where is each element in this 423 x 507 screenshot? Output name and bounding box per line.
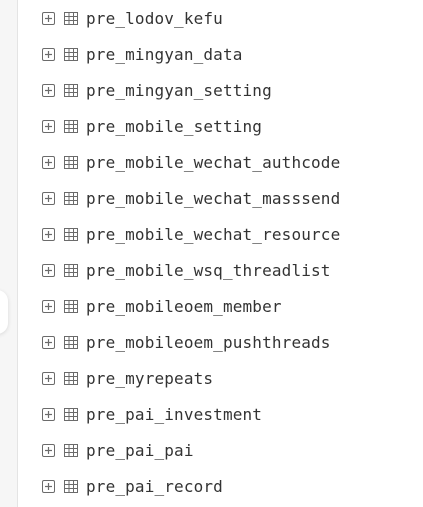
expand-plus-icon[interactable]	[42, 371, 55, 385]
tree-item-label: pre_mobile_wechat_resource	[86, 224, 341, 244]
tree-item-label: pre_mobile_wsq_threadlist	[86, 260, 331, 280]
table-icon	[64, 191, 78, 205]
table-icon	[64, 155, 78, 169]
expand-plus-icon[interactable]	[42, 335, 55, 349]
table-icon	[64, 119, 78, 133]
tree-item-label: pre_mobile_wechat_masssend	[86, 188, 341, 208]
tree-item-label: pre_mobileoem_member	[86, 296, 282, 316]
tree-item-label: pre_lodov_kefu	[86, 8, 223, 28]
expand-plus-icon[interactable]	[42, 11, 55, 25]
tree-item-table[interactable]: pre_mobile_wechat_masssend	[42, 187, 340, 209]
tree-item-table[interactable]: pre_mobile_wsq_threadlist	[42, 259, 331, 281]
tree-item-table[interactable]: pre_mobileoem_pushthreads	[42, 331, 331, 353]
left-gutter	[0, 0, 18, 507]
tree-item-label: pre_mingyan_data	[86, 44, 243, 64]
expand-plus-icon[interactable]	[42, 191, 55, 205]
tree-item-table[interactable]: pre_mobile_wechat_authcode	[42, 151, 340, 173]
table-icon	[64, 227, 78, 241]
expand-plus-icon[interactable]	[42, 83, 55, 97]
expand-plus-icon[interactable]	[42, 479, 55, 493]
tree-item-label: pre_mobile_wechat_authcode	[86, 152, 341, 172]
tree-item-label: pre_pai_investment	[86, 404, 263, 424]
table-tree-panel: pre_lodov_kefu pre_mingyan_data pre_mingya…	[0, 0, 423, 507]
tree-item-label: pre_mobile_setting	[86, 116, 263, 136]
table-icon	[64, 407, 78, 421]
expand-plus-icon[interactable]	[42, 155, 55, 169]
tree-item-table[interactable]: pre_mobileoem_member	[42, 295, 282, 317]
tree-item-table[interactable]: pre_lodov_kefu	[42, 7, 223, 29]
table-icon	[64, 335, 78, 349]
tree-item-label: pre_pai_record	[86, 476, 223, 496]
table-icon	[64, 263, 78, 277]
panel-resize-handle[interactable]	[0, 290, 8, 334]
tree-item-table[interactable]: pre_mobile_wechat_resource	[42, 223, 340, 245]
tree-item-table[interactable]: pre_mobile_setting	[42, 115, 262, 137]
table-icon	[64, 443, 78, 457]
table-icon	[64, 83, 78, 97]
expand-plus-icon[interactable]	[42, 47, 55, 61]
tree-item-label: pre_mingyan_setting	[86, 80, 272, 100]
tree-item-table[interactable]: pre_mingyan_setting	[42, 79, 272, 101]
table-icon	[64, 479, 78, 493]
table-icon	[64, 11, 78, 25]
table-icon	[64, 299, 78, 313]
expand-plus-icon[interactable]	[42, 443, 55, 457]
tree-item-label: pre_myrepeats	[86, 368, 214, 388]
tree-item-table[interactable]: pre_pai_record	[42, 475, 223, 497]
tree-item-table[interactable]: pre_pai_investment	[42, 403, 262, 425]
expand-plus-icon[interactable]	[42, 407, 55, 421]
tree-item-label: pre_mobileoem_pushthreads	[86, 332, 331, 352]
expand-plus-icon[interactable]	[42, 227, 55, 241]
expand-plus-icon[interactable]	[42, 263, 55, 277]
tree-item-table[interactable]: pre_pai_pai	[42, 439, 194, 461]
tree-item-label: pre_pai_pai	[86, 440, 194, 460]
table-icon	[64, 371, 78, 385]
table-icon	[64, 47, 78, 61]
tree-item-table[interactable]: pre_mingyan_data	[42, 43, 243, 65]
expand-plus-icon[interactable]	[42, 119, 55, 133]
expand-plus-icon[interactable]	[42, 299, 55, 313]
tree-item-table[interactable]: pre_myrepeats	[42, 367, 213, 389]
